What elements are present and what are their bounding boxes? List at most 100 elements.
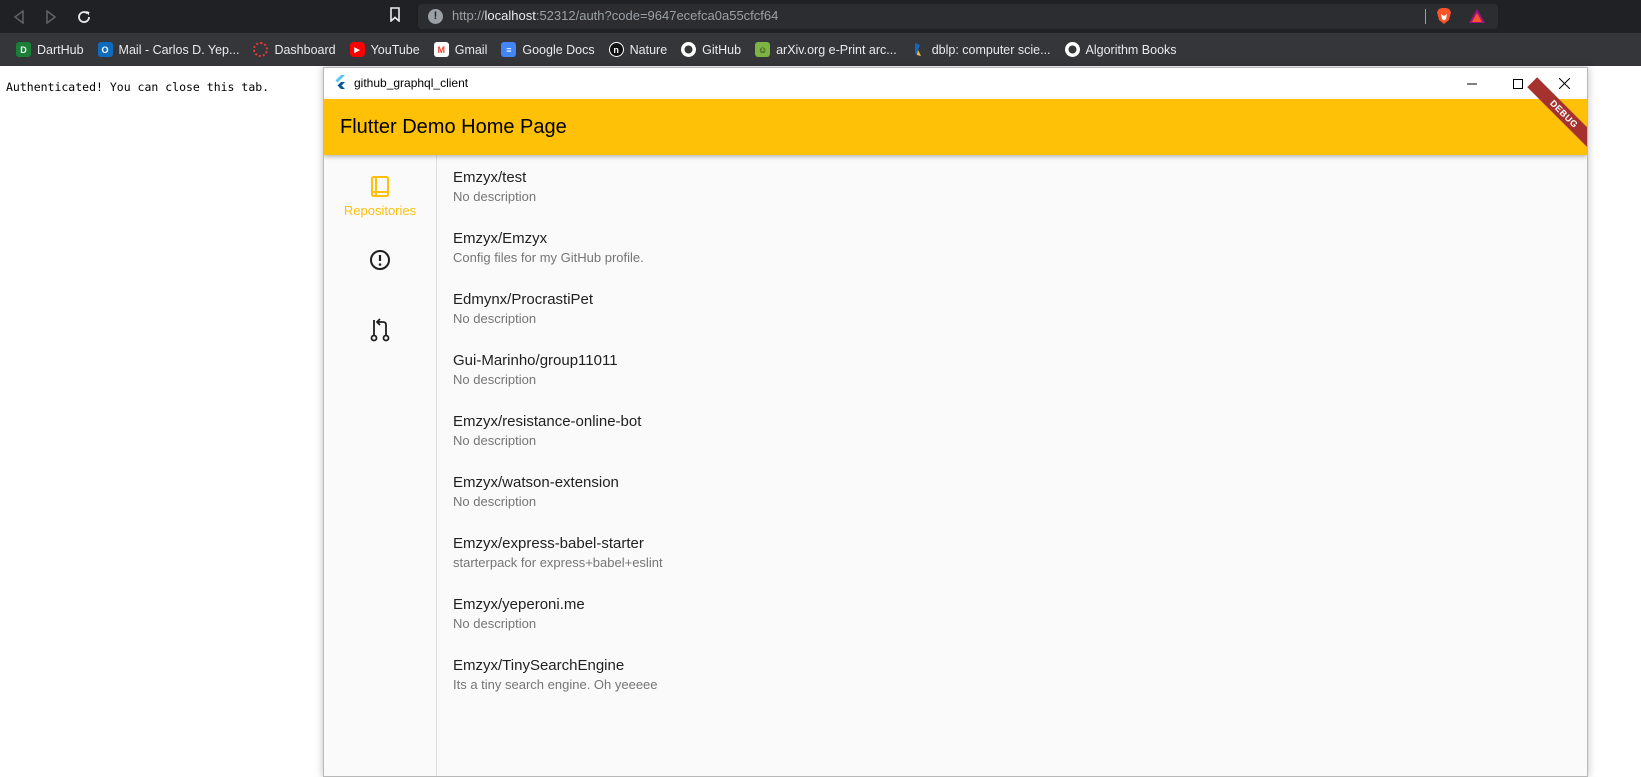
- bookmark-mail[interactable]: O Mail - Carlos D. Yep...: [92, 38, 246, 62]
- repo-description: No description: [453, 311, 537, 326]
- bookmark-label: Algorithm Books: [1085, 42, 1177, 57]
- repo-name: Emzyx/express-babel-starter: [453, 535, 644, 552]
- repo-description: No description: [453, 494, 537, 509]
- list-item[interactable]: Emzyx/TinySearchEngine Its a tiny search…: [453, 656, 1353, 693]
- darthub-icon: D: [16, 42, 31, 57]
- outlook-icon: O: [97, 42, 113, 57]
- back-button[interactable]: [8, 6, 30, 28]
- repo-name: Edmynx/ProcrastiPet: [453, 291, 594, 308]
- nature-icon: n: [608, 42, 624, 57]
- rail-item-repositories[interactable]: Repositories: [324, 175, 436, 218]
- bookmark-github[interactable]: GitHub: [675, 38, 747, 62]
- bookmark-page-button[interactable]: [389, 7, 401, 27]
- forward-arrow-icon: [46, 10, 57, 24]
- repo-description: No description: [453, 372, 537, 387]
- bookmark-icon: [390, 7, 400, 23]
- repo-name: Emzyx/yeperoni.me: [453, 596, 585, 613]
- address-bar[interactable]: ! http://localhost:52312/auth?code=9647e…: [418, 4, 1498, 29]
- repo-description: No description: [453, 616, 537, 631]
- dashboard-icon: [253, 42, 269, 57]
- bookmark-label: Dashboard: [274, 42, 336, 57]
- back-arrow-icon: [13, 10, 24, 24]
- dblp-icon: [911, 42, 926, 57]
- minimize-button[interactable]: [1449, 68, 1495, 99]
- forward-button[interactable]: [40, 6, 62, 28]
- bookmark-label: Gmail: [454, 42, 488, 57]
- url-rest: :52312/auth?code=9647ecefca0a55cfcf64: [535, 8, 779, 23]
- url-prefix: http://: [452, 8, 485, 23]
- bookmark-label: arXiv.org e-Print arc...: [776, 42, 897, 57]
- list-item[interactable]: Emzyx/test No description: [453, 168, 1353, 205]
- browser-toolbar: ! http://localhost:52312/auth?code=9647e…: [0, 0, 1641, 33]
- bookmarks-bar: D DartHub O Mail - Carlos D. Yep... Dash…: [0, 33, 1641, 66]
- app-bar: Flutter Demo Home Page DEBUG: [324, 77, 1587, 155]
- repo-description: Config files for my GitHub profile.: [453, 250, 644, 265]
- pull-request-icon: [370, 318, 390, 342]
- list-item[interactable]: Emzyx/express-babel-starter starterpack …: [453, 534, 1353, 571]
- github-icon: [681, 42, 697, 57]
- bookmark-label: DartHub: [37, 42, 84, 57]
- bookmark-label: Mail - Carlos D. Yep...: [118, 42, 240, 57]
- list-item[interactable]: Gui-Marinho/group11011 No description: [453, 351, 1353, 388]
- gmail-icon: M: [433, 42, 449, 57]
- app-title: Flutter Demo Home Page: [340, 116, 567, 138]
- list-item[interactable]: Emzyx/yeperoni.me No description: [453, 595, 1353, 632]
- repository-list: Emzyx/test No description Emzyx/Emzyx Co…: [437, 155, 1587, 776]
- repo-description: No description: [453, 433, 537, 448]
- bookmark-dashboard[interactable]: Dashboard: [247, 38, 341, 62]
- window-titlebar[interactable]: github_graphql_client: [324, 68, 1587, 99]
- bookmark-label: GitHub: [702, 42, 742, 57]
- flutter-logo-icon: [334, 75, 346, 95]
- bookmark-darthub[interactable]: D DartHub: [10, 38, 90, 62]
- site-info-icon[interactable]: !: [428, 9, 443, 24]
- github-icon: [1064, 42, 1080, 57]
- app-window: github_graphql_client Flutter Demo Home …: [323, 67, 1588, 777]
- brave-rewards-icon: [1469, 9, 1485, 23]
- youtube-icon: ▶: [349, 42, 365, 57]
- bookmark-youtube[interactable]: ▶ YouTube: [344, 38, 426, 62]
- rail-label-repositories: Repositories: [343, 203, 417, 218]
- maximize-icon: [1513, 78, 1523, 89]
- repo-name: Emzyx/test: [453, 169, 527, 186]
- list-item[interactable]: Emzyx/resistance-online-bot No descripti…: [453, 412, 1353, 449]
- close-icon: [1558, 78, 1570, 89]
- bookmark-dblp[interactable]: dblp: computer scie...: [905, 38, 1057, 62]
- brave-lion-icon: [1437, 8, 1451, 24]
- list-item[interactable]: Emzyx/Emzyx Config files for my GitHub p…: [453, 229, 1353, 266]
- bookmark-label: YouTube: [370, 42, 420, 57]
- brave-rewards-button[interactable]: [1468, 8, 1486, 29]
- bookmark-algorithm-books[interactable]: Algorithm Books: [1059, 38, 1183, 62]
- bookmark-label: dblp: computer scie...: [931, 42, 1051, 57]
- bookmark-label: Nature: [629, 42, 668, 57]
- arxiv-icon: ☺: [755, 42, 771, 57]
- address-divider: [1425, 9, 1426, 24]
- repo-name: Emzyx/Emzyx: [453, 230, 548, 247]
- repo-name: Emzyx/TinySearchEngine: [453, 657, 625, 674]
- reload-icon: [78, 11, 90, 23]
- repo-name: Gui-Marinho/group11011: [453, 352, 618, 369]
- repo-description: No description: [453, 189, 537, 204]
- list-item[interactable]: Emzyx/watson-extension No description: [453, 473, 1353, 510]
- bookmark-google-docs[interactable]: ≡ Google Docs: [495, 38, 600, 62]
- url-text[interactable]: http://localhost:52312/auth?code=9647ece…: [452, 8, 778, 23]
- url-host: localhost: [484, 8, 536, 23]
- minimize-icon: [1467, 83, 1477, 84]
- repo-name: Emzyx/resistance-online-bot: [453, 413, 642, 430]
- list-item[interactable]: Edmynx/ProcrastiPet No description: [453, 290, 1353, 327]
- brave-shields-button[interactable]: [1436, 7, 1452, 30]
- bookmark-arxiv[interactable]: ☺ arXiv.org e-Print arc...: [749, 38, 903, 62]
- reload-button[interactable]: [73, 6, 95, 28]
- repo-description: Its a tiny search engine. Oh yeeeee: [453, 677, 658, 692]
- bookmark-nature[interactable]: n Nature: [603, 38, 674, 62]
- rail-item-pull-requests[interactable]: [324, 317, 436, 343]
- bookmark-gmail[interactable]: M Gmail: [428, 38, 494, 62]
- window-title: github_graphql_client: [354, 76, 469, 90]
- repo-name: Emzyx/watson-extension: [453, 474, 619, 491]
- auth-message: Authenticated! You can close this tab.: [6, 80, 270, 94]
- book-icon: [371, 176, 389, 197]
- issue-icon: [370, 250, 390, 270]
- navigation-rail: Repositories: [324, 155, 437, 776]
- rail-item-issues[interactable]: [324, 249, 436, 271]
- google-docs-icon: ≡: [501, 42, 517, 57]
- repo-description: starterpack for express+babel+eslint: [453, 555, 663, 570]
